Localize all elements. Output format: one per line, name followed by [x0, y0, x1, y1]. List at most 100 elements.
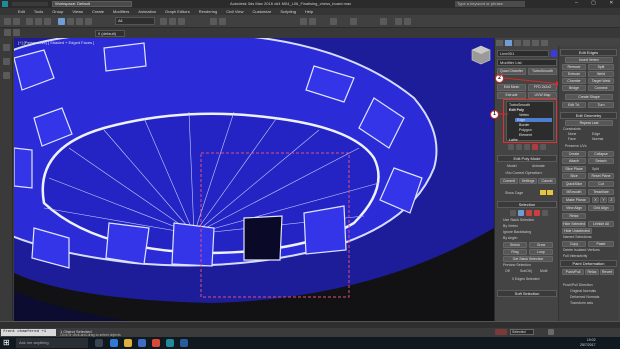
weld-button[interactable]: Weld [588, 71, 614, 77]
menu-customize[interactable]: Customize [252, 8, 271, 15]
repeat-last-button[interactable]: Repeat Last [565, 120, 613, 126]
select-by-name-icon[interactable] [67, 18, 74, 25]
use-stack-selection-checkbox[interactable]: Use Stack Selection [503, 218, 534, 222]
curve-editor-icon[interactable] [350, 18, 357, 25]
render-icon[interactable] [404, 18, 411, 25]
window-crossing-icon[interactable] [85, 18, 92, 25]
graphite-tools-icon[interactable] [3, 58, 10, 65]
motion-tab-icon[interactable] [523, 40, 530, 46]
polygon-mode-icon[interactable] [534, 210, 540, 216]
x-button[interactable]: X [592, 197, 599, 203]
loop-button[interactable]: Loop [529, 249, 553, 255]
unlink-icon[interactable] [35, 18, 42, 25]
auto-key-icon[interactable] [495, 329, 507, 335]
y-button[interactable]: Y [600, 197, 607, 203]
object-name-field[interactable]: Line001 [497, 50, 549, 57]
maxscript-listener[interactable]: front chamfered +1 [1, 329, 56, 336]
copy-button[interactable]: Copy [562, 241, 586, 247]
attach-button[interactable]: Attach [562, 158, 586, 164]
element-mode-icon[interactable] [542, 210, 548, 216]
windows-start-icon[interactable]: ⊞ [3, 338, 13, 348]
menu-graph-editors[interactable]: Graph Editors [165, 8, 190, 15]
hide-unselected-button[interactable]: Hide Unselected [562, 228, 592, 234]
viewcube-icon[interactable] [470, 44, 492, 66]
link-icon[interactable] [26, 18, 33, 25]
selection-region-icon[interactable] [76, 18, 83, 25]
menu-help[interactable]: Help [305, 8, 313, 15]
relax-button[interactable]: Relax [562, 213, 586, 219]
reset-plane-button[interactable]: Reset Plane [588, 173, 614, 179]
redo-icon[interactable] [13, 18, 20, 25]
configure-sets-icon[interactable] [540, 144, 546, 150]
menu-civil-view[interactable]: Civil View [226, 8, 243, 15]
settings-button[interactable]: Settings [519, 178, 537, 184]
bridge-button[interactable]: Bridge [562, 85, 586, 91]
app-logo-icon[interactable] [2, 1, 8, 7]
angle-snap-icon[interactable] [219, 18, 226, 25]
constraint-face-radio[interactable]: Face [568, 137, 576, 141]
revert-button[interactable]: Revert [600, 269, 614, 275]
modifier-list-dropdown[interactable]: Modifier List [497, 59, 557, 66]
preview-multi-radio[interactable]: Multi [540, 269, 547, 273]
relax-paint-button[interactable]: Relax [585, 269, 599, 275]
window-controls[interactable]: – ▢ ✕ [575, 0, 620, 8]
turn-button[interactable]: Turn [588, 102, 614, 108]
align-icon[interactable] [309, 18, 316, 25]
cage-color-swatch[interactable] [540, 190, 546, 195]
mirror-icon[interactable] [300, 18, 307, 25]
commit-button[interactable]: Commit [500, 178, 518, 184]
hide-selected-button[interactable]: Hide Selected [562, 221, 586, 227]
preview-subobj-radio[interactable]: SubObj [520, 269, 532, 273]
layers-icon[interactable] [4, 29, 11, 36]
viewport-label[interactable]: [+] [Perspective] [ Shaded + Edged Faces… [18, 40, 94, 45]
show-cage-checkbox[interactable]: Show Cage [505, 191, 523, 195]
create-layer-icon[interactable] [13, 29, 20, 36]
layer-dropdown[interactable]: 0 (default) [95, 30, 125, 37]
unhide-all-button[interactable]: Unhide All [588, 221, 614, 227]
ignore-backfacing-checkbox[interactable]: Ignore Backfacing [503, 230, 531, 234]
original-normals-radio[interactable]: Original Normals [570, 289, 596, 293]
viewport-layout-icon[interactable] [3, 44, 10, 51]
utilities-tab-icon[interactable] [541, 40, 548, 46]
soft-selection-rollout[interactable]: Soft Selection [497, 290, 557, 297]
remove-modifier-icon[interactable] [532, 144, 538, 150]
shrink-button[interactable]: Shrink [503, 242, 527, 248]
edit-geometry-rollout[interactable]: Edit Geometry [560, 112, 617, 119]
target-weld-button[interactable]: Target Weld [588, 78, 614, 84]
remove-button[interactable]: Remove [562, 64, 586, 70]
select-move-icon[interactable] [160, 18, 167, 25]
slice-button[interactable]: Slice [562, 173, 586, 179]
insert-vertex-button[interactable]: Insert Vertex [565, 57, 613, 63]
preview-off-radio[interactable]: Off [505, 269, 510, 273]
grid-align-button[interactable]: Grid Align [588, 205, 614, 211]
snaps-toggle-icon[interactable] [210, 18, 217, 25]
z-button[interactable]: Z [608, 197, 615, 203]
make-planar-button[interactable]: Make Planar [562, 197, 590, 203]
menu-modifiers[interactable]: Modifiers [113, 8, 129, 15]
ring-button[interactable]: Ring [503, 249, 527, 255]
display-tab-icon[interactable] [532, 40, 539, 46]
search-field[interactable]: Type a keyword or phrase [455, 1, 525, 7]
cage-selected-color-swatch[interactable] [547, 190, 553, 195]
paste-button[interactable]: Paste [588, 241, 614, 247]
transform-axis-radio[interactable]: Transform axis [570, 301, 593, 305]
full-interactivity-checkbox[interactable]: Full Interactivity [563, 254, 587, 258]
deformed-normals-radio[interactable]: Deformed Normals [570, 295, 599, 299]
hierarchy-tab-icon[interactable] [514, 40, 521, 46]
modify-tab-icon[interactable] [505, 40, 512, 46]
cancel-button[interactable]: Cancel [538, 178, 556, 184]
edit-poly-mode-rollout[interactable]: Edit Poly Mode [497, 155, 557, 162]
system-clock[interactable]: 19:02 25/7/2017 [580, 338, 596, 348]
edit-edges-rollout[interactable]: Edit Edges [560, 49, 617, 56]
constraint-normal-radio[interactable]: Normal [592, 137, 603, 141]
by-angle-checkbox[interactable]: By Angle: [503, 236, 518, 240]
paint-deformation-rollout[interactable]: Paint Deformation [560, 260, 617, 267]
photoshop-icon[interactable] [180, 339, 188, 347]
menu-create[interactable]: Create [92, 8, 104, 15]
chamfer-button[interactable]: Chamfer [562, 78, 586, 84]
split-checkbox[interactable]: Split [592, 167, 599, 171]
get-stack-selection-button[interactable]: Get Stack Selection [503, 256, 553, 262]
grow-button[interactable]: Grow [529, 242, 553, 248]
border-mode-icon[interactable] [526, 210, 532, 216]
slice-plane-button[interactable]: Slice Plane [562, 166, 586, 172]
